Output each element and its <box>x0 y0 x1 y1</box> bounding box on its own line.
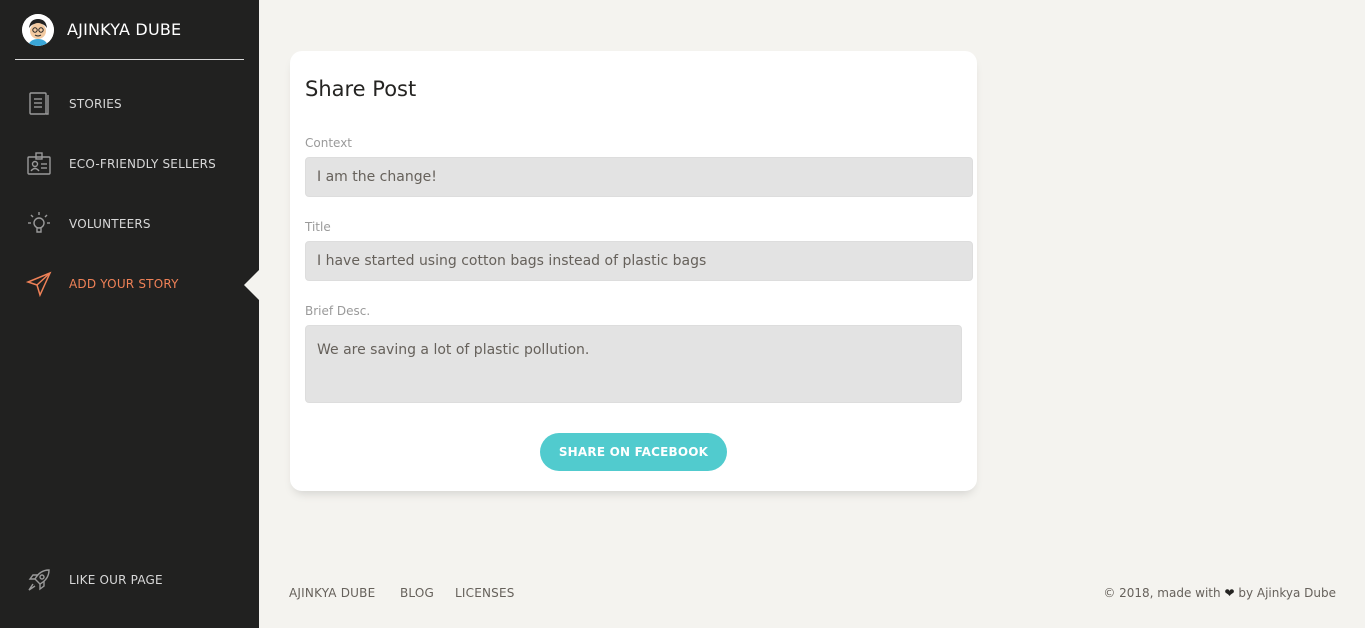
footer-link-blog[interactable]: BLOG <box>400 586 434 600</box>
copyright-prefix: © 2018, made with <box>1103 586 1221 600</box>
rocket-icon <box>24 565 54 595</box>
copyright-suffix: by Ajinkya Dube <box>1238 586 1336 600</box>
sidebar-item-label: VOLUNTEERS <box>69 217 151 231</box>
copyright: © 2018, made with ❤ by Ajinkya Dube <box>1103 586 1336 600</box>
title-label: Title <box>305 220 331 234</box>
context-field[interactable]: I am the change! <box>305 157 973 197</box>
sidebar-item-stories[interactable]: STORIES <box>24 84 254 124</box>
sidebar-item-volunteers[interactable]: VOLUNTEERS <box>24 204 254 244</box>
title-field[interactable]: I have started using cotton bags instead… <box>305 241 973 281</box>
sidebar-item-add-your-story[interactable]: ADD YOUR STORY <box>24 264 254 304</box>
active-indicator <box>244 270 259 300</box>
sidebar-item-eco-friendly-sellers[interactable]: ECO-FRIENDLY SELLERS <box>24 144 254 184</box>
footer-link-licenses[interactable]: LICENSES <box>455 586 515 600</box>
card-title: Share Post <box>305 77 417 101</box>
brand-name: AJINKYA DUBE <box>67 20 182 39</box>
sidebar-item-label: ADD YOUR STORY <box>69 277 179 291</box>
sidebar-item-label: STORIES <box>69 97 122 111</box>
description-textarea[interactable]: We are saving a lot of plastic pollution… <box>305 325 962 403</box>
id-card-icon <box>24 149 54 179</box>
sidebar-item-label: ECO-FRIENDLY SELLERS <box>69 157 216 171</box>
avatar <box>22 13 54 46</box>
share-on-facebook-button[interactable]: SHARE ON FACEBOOK <box>540 433 727 471</box>
footer-link-ajinkya-dube[interactable]: AJINKYA DUBE <box>289 586 375 600</box>
sidebar-item-label: LIKE OUR PAGE <box>69 573 163 587</box>
heart-icon: ❤ <box>1224 586 1235 600</box>
share-post-card: Share Post Context I am the change! Titl… <box>290 51 977 491</box>
sidebar: AJINKYA DUBE STORIES ECO-FRIENDLY SELLER… <box>0 0 259 628</box>
paper-plane-icon <box>24 269 54 299</box>
book-icon <box>24 89 54 119</box>
lightbulb-icon <box>24 209 54 239</box>
brand[interactable]: AJINKYA DUBE <box>15 0 244 60</box>
desc-label: Brief Desc. <box>305 304 371 318</box>
context-label: Context <box>305 136 353 150</box>
sidebar-item-like-our-page[interactable]: LIKE OUR PAGE <box>24 560 254 600</box>
